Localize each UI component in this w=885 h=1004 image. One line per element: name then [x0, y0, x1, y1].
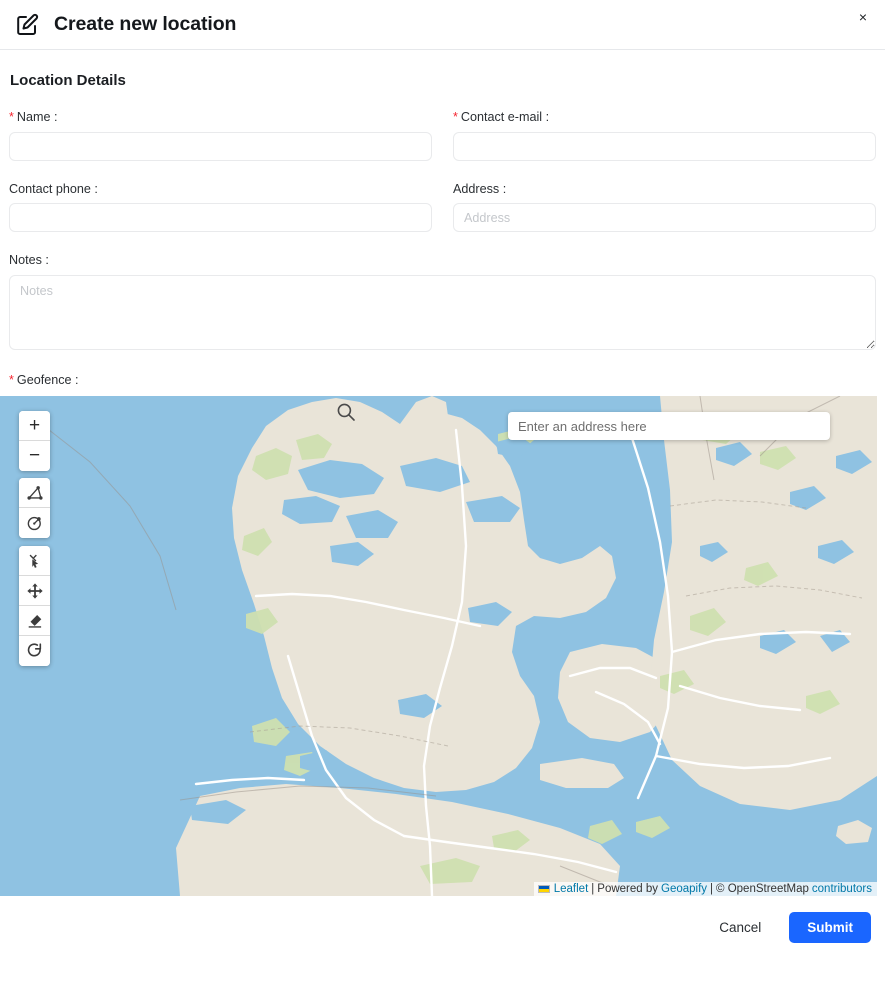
- label-text: Contact e-mail :: [460, 110, 550, 124]
- rotate-icon[interactable]: [19, 636, 50, 667]
- field-label-notes: Notes :: [9, 253, 49, 268]
- modal-header: Create new location ×: [0, 0, 885, 50]
- contact-email-input[interactable]: [453, 131, 876, 161]
- map-zoom-control[interactable]: + −: [19, 411, 50, 472]
- contact-phone-input[interactable]: [9, 203, 432, 233]
- map-tiles: [0, 396, 877, 897]
- label-text: Geofence :: [16, 372, 79, 387]
- field-label-name: * Name :: [9, 111, 432, 124]
- field-contact-phone: Contact phone :: [9, 181, 432, 233]
- edit-pencil-icon: [14, 12, 40, 38]
- draw-polygon-icon[interactable]: [19, 478, 50, 509]
- edit-vertices-icon[interactable]: [19, 546, 50, 577]
- map-address-search[interactable]: [508, 412, 830, 441]
- zoom-in-button[interactable]: +: [19, 411, 50, 442]
- map-attribution: Leaflet | Powered by Geoapify | © OpenSt…: [533, 882, 877, 897]
- required-marker: *: [453, 110, 458, 124]
- submit-button[interactable]: Submit: [789, 912, 871, 944]
- required-marker: *: [9, 372, 14, 387]
- field-label-contact-phone: Contact phone :: [9, 181, 98, 196]
- field-label-contact-email: * Contact e-mail :: [453, 111, 876, 124]
- contributors-link[interactable]: contributors: [812, 883, 872, 895]
- map-address-search-input[interactable]: [508, 418, 830, 434]
- name-input[interactable]: [9, 131, 432, 161]
- field-label-geofence: * Geofence :: [9, 372, 876, 387]
- geoapify-link[interactable]: Geoapify: [661, 883, 707, 895]
- modal-footer: Cancel Submit: [0, 896, 885, 960]
- leaflet-link[interactable]: Leaflet: [554, 883, 589, 895]
- eraser-icon[interactable]: [19, 606, 50, 637]
- draw-circle-icon[interactable]: [19, 508, 50, 539]
- field-name: * Name :: [9, 111, 432, 161]
- address-input[interactable]: [453, 203, 876, 233]
- form-field-grid: * Name : * Contact e-mail : Contact phone …: [9, 111, 876, 254]
- attrib-copyright: © OpenStreetMap: [716, 883, 809, 896]
- field-contact-email: * Contact e-mail :: [453, 111, 876, 161]
- map-edit-tools[interactable]: [19, 546, 50, 667]
- field-address: Address :: [453, 181, 876, 233]
- attrib-separator-2: |: [710, 883, 714, 896]
- section-title-location-details: Location Details: [10, 72, 126, 89]
- field-notes: Notes :: [9, 254, 876, 350]
- page-title: Create new location: [54, 13, 237, 35]
- label-text: Name :: [16, 110, 58, 124]
- close-button[interactable]: ×: [855, 6, 871, 28]
- drag-move-icon[interactable]: [19, 576, 50, 607]
- cancel-button[interactable]: Cancel: [702, 912, 779, 944]
- map-landmasses: [43, 396, 877, 897]
- attrib-separator-1: |: [591, 883, 595, 896]
- notes-textarea[interactable]: [9, 274, 876, 350]
- map-draw-tools-shapes[interactable]: [19, 478, 50, 539]
- zoom-out-button[interactable]: −: [19, 441, 50, 472]
- geofence-map[interactable]: Aalborg Halmstad Aarhus Helsingborg Danm…: [0, 396, 877, 897]
- field-label-address: Address :: [453, 181, 507, 196]
- required-marker: *: [9, 110, 14, 124]
- modal-body: Location Details * Name : * Contact e-mail…: [0, 50, 885, 386]
- search-icon[interactable]: [335, 401, 357, 428]
- attrib-powered-by: Powered by: [597, 883, 659, 896]
- ukraine-flag-icon: [537, 885, 550, 894]
